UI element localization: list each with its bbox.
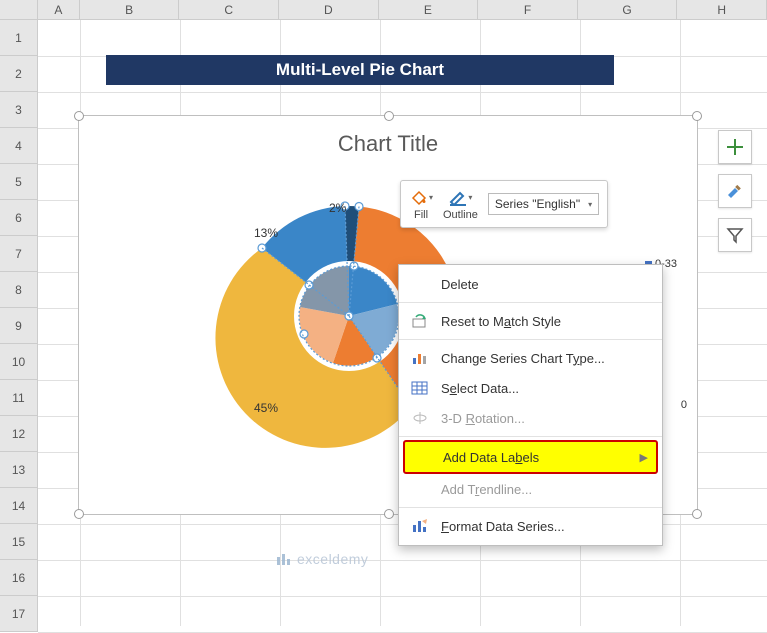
series-selector-text: Series "English": [495, 197, 580, 211]
chevron-down-icon: ▾: [588, 200, 592, 209]
menu-select-data-label: Select Data...: [441, 381, 519, 396]
chart-filters-button[interactable]: [718, 218, 752, 252]
data-label-2: 2%: [329, 201, 346, 215]
data-label-13: 13%: [254, 226, 278, 240]
row-header-13[interactable]: 13: [0, 452, 37, 488]
outline-button[interactable]: ▾ Outline: [443, 187, 478, 221]
resize-handle-sw[interactable]: [74, 509, 84, 519]
row-header-11[interactable]: 11: [0, 380, 37, 416]
chart-title[interactable]: Chart Title: [79, 131, 697, 157]
row-header-9[interactable]: 9: [0, 308, 37, 344]
resize-handle-se[interactable]: [692, 509, 702, 519]
menu-reset-label: Reset to Match Style: [441, 314, 561, 329]
menu-add-data-labels[interactable]: Add Data Labels ▶: [403, 440, 658, 474]
resize-handle-s[interactable]: [384, 509, 394, 519]
row-header-1[interactable]: 1: [0, 20, 37, 56]
outline-label: Outline: [443, 209, 478, 221]
fill-label: Fill: [414, 209, 428, 221]
select-data-icon: [409, 379, 431, 397]
row-header-16[interactable]: 16: [0, 560, 37, 596]
menu-change-type-label: Change Series Chart Type...: [441, 351, 605, 366]
chart-elements-button[interactable]: [718, 130, 752, 164]
menu-rotation-label: 3-D Rotation...: [441, 411, 525, 426]
column-header-B[interactable]: B: [80, 0, 180, 19]
row-header-14[interactable]: 14: [0, 488, 37, 524]
select-all-corner[interactable]: [0, 0, 38, 20]
menu-format-label: Format Data Series...: [441, 519, 565, 534]
column-header-F[interactable]: F: [478, 0, 578, 19]
chart-side-tools: [718, 130, 752, 252]
mini-toolbar: ▾ Fill ▾ Outline Series "English" ▾: [400, 180, 608, 228]
data-label-45: 45%: [254, 401, 278, 415]
submenu-arrow-icon: ▶: [640, 451, 648, 464]
column-headers: ABCDEFGH: [38, 0, 767, 20]
context-menu: Delete Reset to Match Style Change Serie…: [398, 264, 663, 546]
row-header-3[interactable]: 3: [0, 92, 37, 128]
resize-handle-nw[interactable]: [74, 111, 84, 121]
fill-button[interactable]: ▾ Fill: [409, 187, 433, 221]
menu-reset-style[interactable]: Reset to Match Style: [399, 306, 662, 336]
menu-change-chart-type[interactable]: Change Series Chart Type...: [399, 343, 662, 373]
column-header-G[interactable]: G: [578, 0, 678, 19]
row-header-5[interactable]: 5: [0, 164, 37, 200]
row-header-4[interactable]: 4: [0, 128, 37, 164]
rotation-icon: [409, 409, 431, 427]
menu-trendline-label: Add Trendline...: [441, 482, 532, 497]
menu-delete-label: Delete: [441, 277, 479, 292]
row-header-6[interactable]: 6: [0, 200, 37, 236]
column-header-E[interactable]: E: [379, 0, 479, 19]
resize-handle-ne[interactable]: [692, 111, 702, 121]
row-header-12[interactable]: 12: [0, 416, 37, 452]
row-header-8[interactable]: 8: [0, 272, 37, 308]
menu-add-labels-label: Add Data Labels: [443, 450, 539, 465]
column-header-A[interactable]: A: [38, 0, 80, 19]
resize-handle-n[interactable]: [384, 111, 394, 121]
row-header-17[interactable]: 17: [0, 596, 37, 632]
column-header-D[interactable]: D: [279, 0, 379, 19]
page-title-banner: Multi-Level Pie Chart: [106, 55, 614, 85]
chart-styles-button[interactable]: [718, 174, 752, 208]
row-header-10[interactable]: 10: [0, 344, 37, 380]
format-series-icon: [409, 517, 431, 535]
legend-entry-2: 0: [681, 399, 687, 411]
chart-type-icon: [409, 349, 431, 367]
banner-text: Multi-Level Pie Chart: [276, 60, 444, 79]
watermark: exceldemy: [275, 550, 368, 568]
column-header-C[interactable]: C: [179, 0, 279, 19]
menu-3d-rotation: 3-D Rotation...: [399, 403, 662, 433]
row-header-15[interactable]: 15: [0, 524, 37, 560]
menu-delete[interactable]: Delete: [399, 269, 662, 299]
series-selector[interactable]: Series "English" ▾: [488, 193, 599, 215]
row-headers: 1234567891011121314151617: [0, 20, 38, 632]
row-header-2[interactable]: 2: [0, 56, 37, 92]
row-header-7[interactable]: 7: [0, 236, 37, 272]
menu-add-trendline: Add Trendline...: [399, 474, 662, 504]
reset-icon: [409, 312, 431, 330]
menu-format-data-series[interactable]: Format Data Series...: [399, 511, 662, 541]
menu-select-data[interactable]: Select Data...: [399, 373, 662, 403]
column-header-H[interactable]: H: [677, 0, 767, 19]
